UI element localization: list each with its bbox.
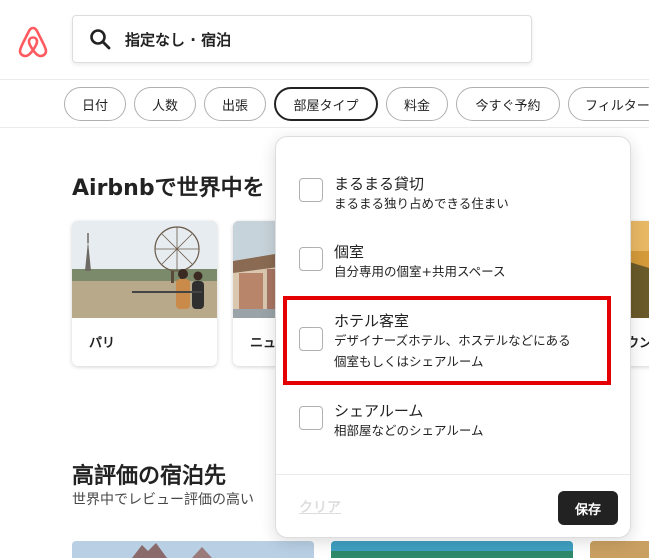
destination-card-paris[interactable]: パリ [72,221,217,366]
room-type-option-entire-place[interactable]: まるまる貸切 まるまる独り占めできる住まい [276,167,630,217]
section-title-explore: Airbnbで世界中を [72,176,265,201]
filter-room-type-button[interactable]: 部屋タイプ [274,87,378,121]
option-title: 個室 [334,243,365,261]
top-header: 指定なし · 宿泊 [0,0,649,80]
option-description: まるまる独り占めできる住まい [334,196,509,211]
option-title: ホテル客室 [334,312,410,330]
filter-instant-book-button[interactable]: 今すぐ予約 [456,87,560,121]
card-label: パリ [89,336,116,351]
filter-dates-button[interactable]: 日付 [64,87,126,121]
save-button[interactable]: 保存 [558,491,618,525]
filter-guests-button[interactable]: 人数 [134,87,196,121]
option-title: まるまる貸切 [334,175,425,193]
paris-photo [72,221,217,318]
filter-price-button[interactable]: 料金 [386,87,448,121]
search-bar[interactable]: 指定なし · 宿泊 [72,15,532,63]
entire-place-checkbox[interactable] [299,178,323,202]
listing-photo[interactable] [331,541,573,558]
listing-photo[interactable] [72,541,314,558]
room-type-dropdown: まるまる貸切 まるまる独り占めできる住まい 個室 自分専用の個室+共用スペース … [275,136,631,538]
section-title-top-rated: 高評価の宿泊先 [72,464,227,489]
filter-bar: 日付 人数 出張 部屋タイプ 料金 今すぐ予約 フィルター [0,80,649,128]
airbnb-logo-icon[interactable] [16,24,50,58]
card-label: ニュ [250,336,277,351]
search-icon [90,29,111,50]
listing-photo[interactable] [590,541,649,558]
option-description: 相部屋などのシェアルーム [334,423,484,438]
option-description: 個室もしくはシェアルーム [334,354,484,369]
dropdown-divider [276,474,630,475]
filter-business-button[interactable]: 出張 [204,87,266,121]
filter-more-button[interactable]: フィルター [568,87,649,121]
room-type-option-shared-room[interactable]: シェアルーム 相部屋などのシェアルーム [276,398,630,448]
shared-room-checkbox[interactable] [299,406,323,430]
search-text: 指定なし · 宿泊 [125,30,232,49]
room-type-option-hotel-room[interactable]: ホテル客室 デザイナーズホテル、ホステルなどにある 個室もしくはシェアルーム [276,307,630,377]
private-room-checkbox[interactable] [299,247,323,271]
option-description: 自分専用の個室+共用スペース [334,264,506,279]
room-type-option-private-room[interactable]: 個室 自分専用の個室+共用スペース [276,237,630,287]
hotel-room-checkbox[interactable] [299,327,323,351]
option-title: シェアルーム [334,402,424,420]
option-description: デザイナーズホテル、ホステルなどにある [334,333,571,348]
section-subtitle-top-rated: 世界中でレビュー評価の高い [72,492,254,508]
clear-button[interactable]: クリア [299,497,341,517]
